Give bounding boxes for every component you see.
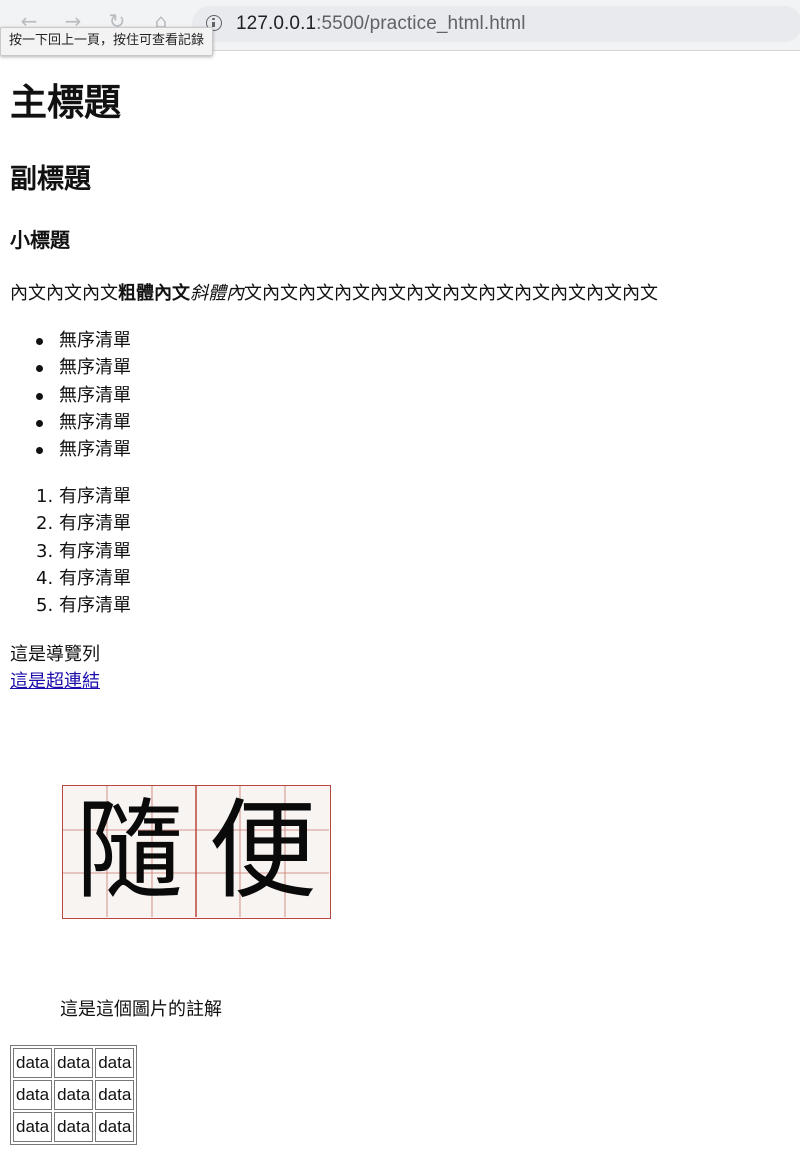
unordered-list: 無序清單 無序清單 無序清單 無序清單 無序清單: [0, 327, 131, 463]
list-item-label: 有序清單: [59, 513, 131, 535]
bold-text: 粗體內文: [118, 283, 190, 304]
table-cell: data: [54, 1080, 94, 1110]
table-cell: data: [13, 1048, 53, 1078]
paragraph-text: 內文內文內文: [10, 283, 118, 304]
ordered-list: 1. 有序清單 2. 有序清單 3. 有序清單 4. 有序清單 5. 有序清單: [0, 483, 131, 619]
bullet-icon: [36, 419, 43, 427]
list-number: 1.: [36, 486, 54, 507]
main-heading: 主標題: [10, 81, 121, 124]
sub-heading: 副標題: [10, 164, 91, 195]
list-number: 2.: [36, 513, 54, 535]
body-paragraph: 內文內文內文粗體內文斜體內文內文內文內文內文內文內文內文內文內文內文內文: [10, 281, 658, 307]
url-path: :5500/practice_html.html: [316, 13, 526, 34]
list-item-label: 無序清單: [59, 330, 131, 351]
list-item: 無序清單: [0, 409, 131, 436]
image-char: 隨: [75, 789, 184, 914]
list-item: 無序清單: [0, 354, 131, 381]
italic-text: 斜體內: [190, 283, 244, 304]
bullet-icon: [36, 338, 43, 345]
list-item-label: 有序清單: [59, 540, 131, 562]
table-cell: data: [95, 1080, 135, 1110]
address-bar[interactable]: 127.0.0.1:5500/practice_html.html: [192, 6, 800, 42]
hyperlink[interactable]: 這是超連結: [10, 668, 100, 695]
list-item: 無序清單: [0, 327, 131, 354]
list-item: 3. 有序清單: [0, 538, 131, 565]
table-cell: data: [54, 1112, 94, 1142]
list-item: 無序清單: [0, 382, 131, 409]
table-cell: data: [13, 1112, 53, 1142]
table-row: data data data: [13, 1080, 135, 1110]
image-char: 便: [208, 789, 317, 914]
small-heading: 小標題: [10, 228, 70, 252]
table-row: data data data: [13, 1112, 135, 1142]
list-item: 5. 有序清單: [0, 592, 131, 619]
data-table: data data data data data data data data …: [10, 1045, 138, 1145]
paragraph-text-end: 文內文內文內文內文內文內文內文內文內文內文內文: [244, 283, 658, 304]
bullet-icon: [36, 392, 43, 400]
image-caption: 這是這個圖片的註解: [60, 999, 222, 1020]
bullet-icon: [36, 447, 43, 455]
list-item-label: 無序清單: [59, 384, 131, 406]
list-item: 4. 有序清單: [0, 565, 131, 592]
list-item: 1. 有序清單: [0, 483, 131, 510]
table-cell: data: [13, 1080, 53, 1110]
list-item-label: 無序清單: [59, 411, 131, 433]
url-text[interactable]: 127.0.0.1:5500/practice_html.html: [236, 13, 526, 35]
list-item: 無序清單: [0, 436, 131, 463]
list-item-label: 無序清單: [59, 439, 131, 461]
list-item-label: 有序清單: [59, 567, 131, 589]
bullet-icon: [36, 365, 43, 373]
table-cell: data: [95, 1112, 135, 1142]
table-cell: data: [95, 1048, 135, 1078]
back-tooltip: 按一下回上一頁，按住可查看記錄: [0, 27, 214, 56]
url-host: 127.0.0.1: [236, 13, 317, 34]
browser-toolbar: ← → ↻ ⌂ 127.0.0.1:5500/practice_html.htm…: [0, 0, 800, 56]
list-item-label: 有序清單: [59, 486, 131, 507]
list-number: 3.: [36, 540, 54, 562]
list-item-label: 有序清單: [59, 595, 131, 617]
calligraphy-image: 隨 便: [62, 785, 331, 919]
table-row: data data data: [13, 1048, 135, 1078]
list-number: 4.: [36, 567, 54, 589]
list-item: 2. 有序清單: [0, 510, 131, 537]
table-cell: data: [54, 1048, 94, 1078]
navbar-text: 這是導覽列: [10, 644, 100, 665]
list-item-label: 無序清單: [59, 357, 131, 379]
list-number: 5.: [36, 595, 54, 617]
